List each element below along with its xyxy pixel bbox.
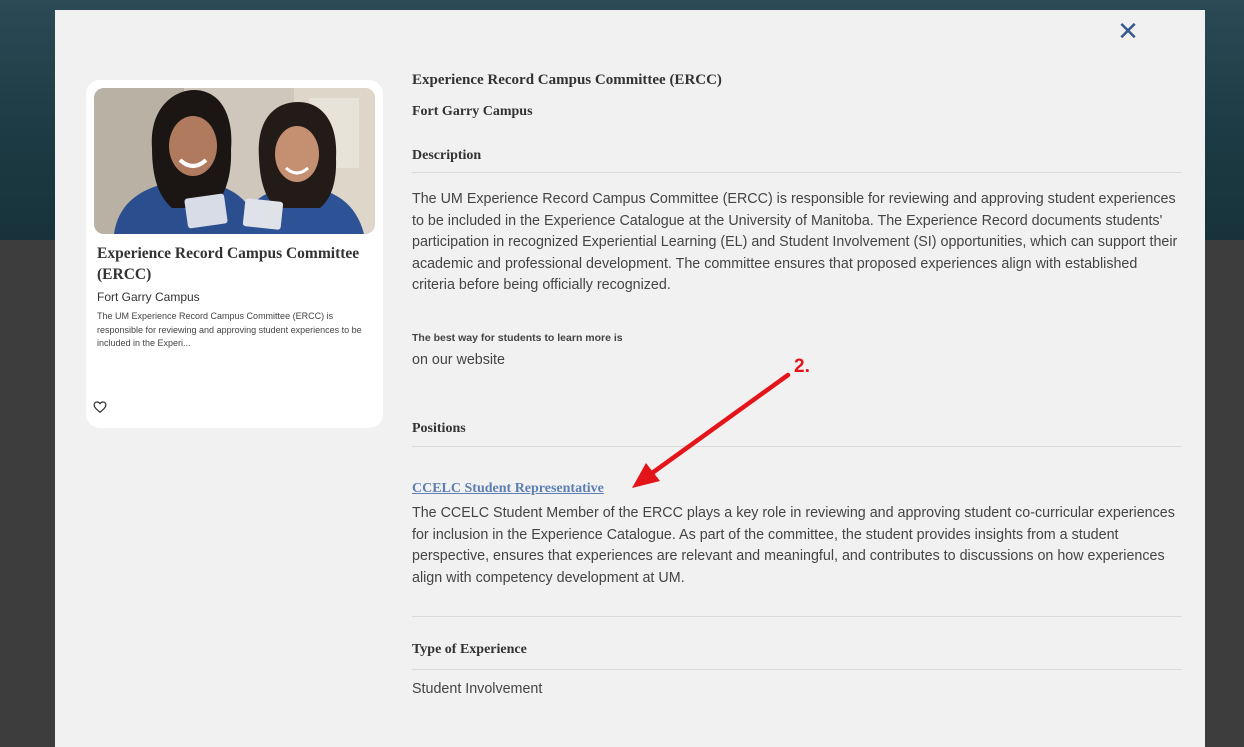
card-title[interactable]: Experience Record Campus Committee (ERCC… [97,243,369,285]
card-campus: Fort Garry Campus [97,290,200,304]
divider [412,172,1182,173]
favorite-button[interactable] [93,400,109,416]
position-link[interactable]: CCELC Student Representative [412,481,604,497]
position-description: The CCELC Student Member of the ERCC pla… [412,505,1175,586]
experience-modal: ✕ Experience Record Campus Committee (ER… [55,10,1205,747]
heart-outline-icon [93,401,107,413]
detail-campus: Fort Garry Campus [412,104,533,119]
positions-heading: Positions [412,421,466,436]
experience-card[interactable]: Experience Record Campus Committee (ERCC… [86,80,383,428]
description-text: The UM Experience Record Campus Committe… [412,191,1178,293]
divider [412,669,1182,670]
learn-more-label: The best way for students to learn more … [412,332,623,344]
type-value: Student Involvement [412,681,543,697]
type-heading: Type of Experience [412,642,527,657]
divider [412,446,1182,447]
learn-more-value: on our website [412,352,505,368]
annotation-label: 2. [794,356,810,377]
detail-title: Experience Record Campus Committee (ERCC… [412,72,722,88]
card-photo [94,88,375,234]
card-description: The UM Experience Record Campus Committe… [97,311,362,348]
description-heading: Description [412,148,482,163]
experience-detail: Experience Record Campus Committee (ERCC… [412,10,1182,747]
divider [412,616,1182,617]
